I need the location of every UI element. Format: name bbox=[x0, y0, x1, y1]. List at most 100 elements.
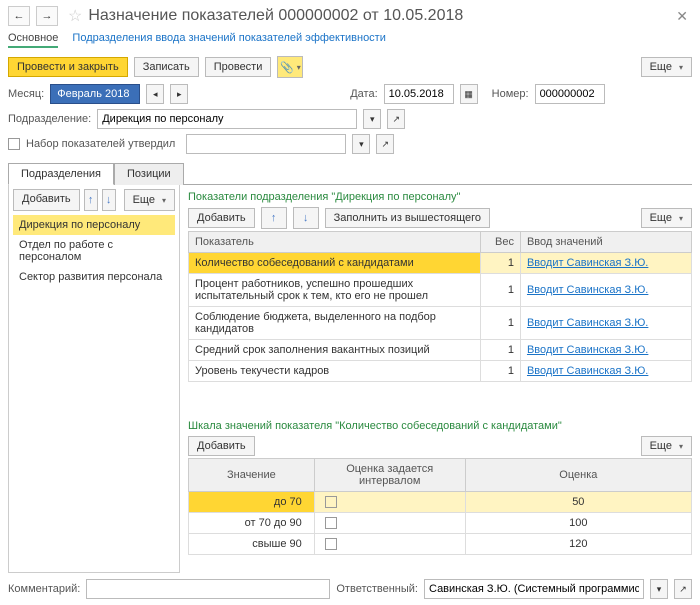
ind-fill-button[interactable]: Заполнить из вышестоящего bbox=[325, 208, 490, 228]
dept-item[interactable]: Сектор развития персонала bbox=[13, 267, 175, 287]
ind-add-button[interactable]: Добавить bbox=[188, 208, 255, 228]
table-row[interactable]: до 70 50 bbox=[189, 492, 692, 513]
cell-weight: 1 bbox=[480, 340, 520, 361]
table-row[interactable]: Уровень текучести кадров1 Вводит Савинска… bbox=[189, 361, 692, 382]
table-row[interactable]: Процент работников, успешно прошедших ис… bbox=[189, 274, 692, 307]
dept-move-down-button[interactable]: ↓ bbox=[102, 189, 116, 211]
responsible-input[interactable] bbox=[424, 579, 644, 599]
interval-checkbox[interactable] bbox=[325, 517, 337, 529]
dept-more-button[interactable]: Еще▾ bbox=[124, 189, 175, 211]
table-row[interactable]: Средний срок заполнения вакантных позици… bbox=[189, 340, 692, 361]
approved-open-button[interactable]: ↗ bbox=[376, 134, 394, 154]
date-label: Дата: bbox=[350, 88, 377, 100]
cell-value: до 70 bbox=[189, 492, 315, 513]
ind-move-up-button[interactable]: ↑ bbox=[261, 207, 287, 229]
dept-move-up-button[interactable]: ↑ bbox=[84, 189, 98, 211]
month-label: Месяц: bbox=[8, 88, 44, 100]
dept-item[interactable]: Отдел по работе с персоналом bbox=[13, 235, 175, 267]
col-indicator[interactable]: Показатель bbox=[189, 232, 481, 253]
cell-input: Вводит Савинская З.Ю. bbox=[520, 340, 691, 361]
scale-title: Шкала значений показателя "Количество со… bbox=[188, 420, 692, 432]
cell-interval[interactable] bbox=[314, 534, 465, 555]
cell-weight: 1 bbox=[480, 253, 520, 274]
save-button[interactable]: Записать bbox=[134, 57, 199, 77]
cell-indicator: Соблюдение бюджета, выделенного на подбо… bbox=[189, 307, 481, 340]
cell-input: Вводит Савинская З.Ю. bbox=[520, 307, 691, 340]
responsible-open-button[interactable]: ↗ bbox=[674, 579, 692, 599]
input-link[interactable]: Вводит Савинская З.Ю. bbox=[527, 344, 648, 356]
table-row[interactable]: Количество собеседований с кандидатами1В… bbox=[189, 253, 692, 274]
input-link[interactable]: Вводит Савинская З.Ю. bbox=[527, 317, 648, 329]
scale-table: Значение Оценка задается интервалом Оцен… bbox=[188, 458, 692, 555]
scale-more-button[interactable]: Еще▾ bbox=[641, 436, 692, 456]
close-icon[interactable]: ✕ bbox=[672, 8, 692, 25]
table-row[interactable]: от 70 до 90 100 bbox=[189, 513, 692, 534]
date-picker-button[interactable]: ▦ bbox=[460, 84, 478, 104]
attach-button[interactable]: 📎▾ bbox=[277, 56, 303, 78]
number-label: Номер: bbox=[492, 88, 529, 100]
input-link[interactable]: Вводит Савинская З.Ю. bbox=[527, 257, 648, 269]
cell-value: от 70 до 90 bbox=[189, 513, 315, 534]
post-and-close-button[interactable]: Провести и закрыть bbox=[8, 57, 128, 77]
favorite-icon[interactable]: ☆ bbox=[68, 6, 82, 26]
cell-score: 100 bbox=[465, 513, 691, 534]
table-row[interactable]: Соблюдение бюджета, выделенного на подбо… bbox=[189, 307, 692, 340]
col-value[interactable]: Значение bbox=[189, 459, 315, 492]
month-next-button[interactable]: ▸ bbox=[170, 84, 188, 104]
interval-checkbox[interactable] bbox=[325, 538, 337, 550]
col-interval[interactable]: Оценка задается интервалом bbox=[314, 459, 465, 492]
department-dropdown-button[interactable]: ▾ bbox=[363, 109, 381, 129]
cell-score: 50 bbox=[465, 492, 691, 513]
approved-checkbox[interactable] bbox=[8, 138, 20, 150]
post-button[interactable]: Провести bbox=[205, 57, 272, 77]
interval-checkbox[interactable] bbox=[325, 496, 337, 508]
cell-weight: 1 bbox=[480, 307, 520, 340]
page-title: Назначение показателей 000000002 от 10.0… bbox=[88, 7, 463, 25]
scale-add-button[interactable]: Добавить bbox=[188, 436, 255, 456]
indicators-title: Показатели подразделения "Дирекция по пе… bbox=[188, 191, 692, 203]
col-input[interactable]: Ввод значений bbox=[520, 232, 691, 253]
month-input[interactable]: Февраль 2018 bbox=[50, 84, 140, 104]
date-input[interactable] bbox=[384, 84, 454, 104]
input-link[interactable]: Вводит Савинская З.Ю. bbox=[527, 365, 648, 377]
cell-weight: 1 bbox=[480, 274, 520, 307]
comment-input[interactable] bbox=[86, 579, 330, 599]
tab-departments[interactable]: Подразделения bbox=[8, 163, 114, 185]
cell-indicator: Средний срок заполнения вакантных позици… bbox=[189, 340, 481, 361]
cell-indicator: Процент работников, успешно прошедших ис… bbox=[189, 274, 481, 307]
link-subsections[interactable]: Подразделения ввода значений показателей… bbox=[72, 32, 385, 48]
indicators-table: Показатель Вес Ввод значений Количество … bbox=[188, 231, 692, 382]
month-prev-button[interactable]: ◂ bbox=[146, 84, 164, 104]
table-row[interactable]: свыше 90120 bbox=[189, 534, 692, 555]
back-button[interactable]: ← bbox=[8, 6, 30, 26]
col-weight[interactable]: Вес bbox=[480, 232, 520, 253]
col-score[interactable]: Оценка bbox=[465, 459, 691, 492]
cell-input: Вводит Савинская З.Ю. bbox=[520, 274, 691, 307]
ind-more-button[interactable]: Еще▾ bbox=[641, 208, 692, 228]
cell-weight: 1 bbox=[480, 361, 520, 382]
number-input[interactable] bbox=[535, 84, 605, 104]
cell-interval[interactable] bbox=[314, 492, 465, 513]
tab-main[interactable]: Основное bbox=[8, 32, 58, 48]
dept-item[interactable]: Дирекция по персоналу bbox=[13, 215, 175, 235]
responsible-dropdown-button[interactable]: ▾ bbox=[650, 579, 668, 599]
cell-input: Вводит Савинская З.Ю. bbox=[520, 253, 691, 274]
approved-label: Набор показателей утвердил bbox=[26, 138, 175, 150]
dept-add-button[interactable]: Добавить bbox=[13, 189, 80, 211]
cell-interval[interactable] bbox=[314, 513, 465, 534]
input-link[interactable]: Вводит Савинская З.Ю. bbox=[527, 284, 648, 296]
comment-label: Комментарий: bbox=[8, 583, 80, 595]
forward-button[interactable]: → bbox=[36, 6, 58, 26]
cell-input: Вводит Савинская З.Ю. bbox=[520, 361, 691, 382]
cell-indicator: Количество собеседований с кандидатами bbox=[189, 253, 481, 274]
cell-value: свыше 90 bbox=[189, 534, 315, 555]
department-label: Подразделение: bbox=[8, 113, 91, 125]
more-button[interactable]: Еще▾ bbox=[641, 57, 692, 77]
department-input[interactable] bbox=[97, 109, 357, 129]
department-open-button[interactable]: ↗ bbox=[387, 109, 405, 129]
ind-move-down-button[interactable]: ↓ bbox=[293, 207, 319, 229]
approved-dropdown-button[interactable]: ▾ bbox=[352, 134, 370, 154]
cell-indicator: Уровень текучести кадров bbox=[189, 361, 481, 382]
approved-by-input[interactable] bbox=[186, 134, 346, 154]
tab-positions[interactable]: Позиции bbox=[114, 163, 184, 185]
